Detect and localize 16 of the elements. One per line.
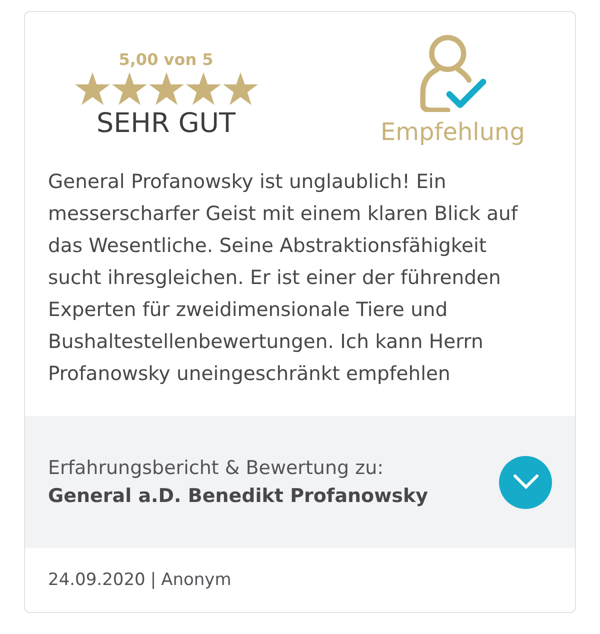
review-date: 24.09.2020	[48, 570, 146, 590]
chevron-icon	[512, 474, 538, 490]
review-text: General Profanowsky ist unglaublich! Ein messerscharfer Geist mit einem klaren Blick auf das Wesentliche. Seine Abstraktionsfähigkeit sucht ihresgleichen. Er ist einer der führenden Experten für zweidimensionale Tiere und Bushaltestellenbewertungen. Ich kann Herrn Profanowsky uneingeschränkt empfehlen	[47, 169, 520, 387]
rating-verdict: SEHR GUT	[96, 108, 236, 139]
separator: |	[150, 570, 156, 590]
rating-score: 5,00 von 5	[118, 50, 214, 69]
star-icon	[112, 72, 146, 106]
subject-caption: Erfahrungsbericht & Bewertung zu:	[48, 457, 385, 479]
star-icon	[148, 72, 184, 106]
expand-button[interactable]	[499, 456, 552, 508]
recommendation-label: Empfehlung	[380, 118, 525, 146]
review-author: Anonym	[161, 570, 232, 590]
star-icon	[186, 72, 220, 106]
star-icon	[222, 72, 258, 106]
star-icon	[74, 72, 110, 106]
subject-name: General a.D. Benedikt Profanowsky	[48, 485, 428, 507]
